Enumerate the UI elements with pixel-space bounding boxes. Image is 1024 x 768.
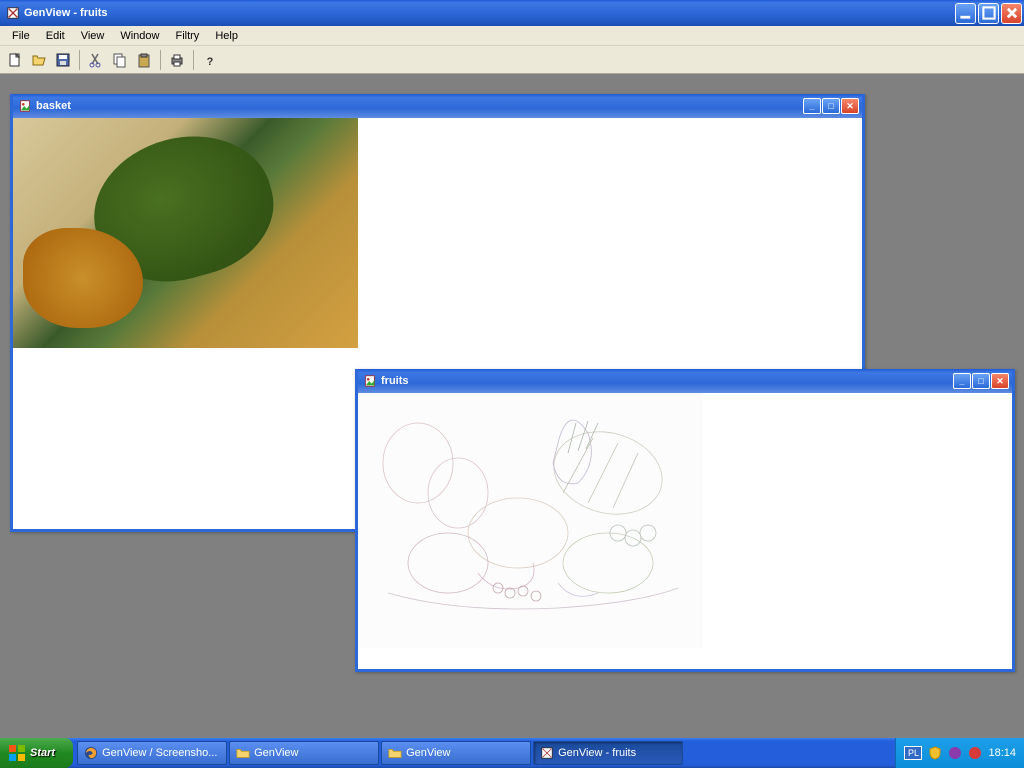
menubar: File Edit View Window Filtry Help (0, 26, 1024, 46)
child-maximize-button[interactable]: □ (972, 373, 990, 389)
taskbar-item-active[interactable]: GenView - fruits (533, 741, 683, 765)
copy-button[interactable] (109, 49, 131, 71)
toolbar: ? (0, 46, 1024, 74)
tray-icon[interactable] (968, 746, 982, 760)
save-button[interactable] (52, 49, 74, 71)
app-icon (6, 6, 20, 20)
cut-button[interactable] (85, 49, 107, 71)
toolbar-separator (160, 50, 161, 70)
open-button[interactable] (28, 49, 50, 71)
close-button[interactable] (1001, 3, 1022, 24)
taskbar-item-label: GenView - fruits (558, 747, 636, 759)
taskbar: Start GenView / Screensho... GenView Gen… (0, 738, 1024, 768)
child-titlebar[interactable]: fruits _ □ ✕ (358, 369, 1012, 393)
child-window-fruits[interactable]: fruits _ □ ✕ (355, 369, 1015, 672)
folder-icon (388, 746, 402, 760)
toolbar-separator (193, 50, 194, 70)
menu-view[interactable]: View (73, 28, 113, 44)
child-minimize-button[interactable]: _ (803, 98, 821, 114)
new-button[interactable] (4, 49, 26, 71)
windows-logo-icon (8, 744, 26, 762)
taskbar-item[interactable]: GenView (381, 741, 531, 765)
menu-filtry[interactable]: Filtry (167, 28, 207, 44)
maximize-button[interactable] (978, 3, 999, 24)
mdi-client-area: basket _ □ ✕ fruits _ □ ✕ (0, 74, 1024, 738)
menu-edit[interactable]: Edit (38, 28, 73, 44)
taskbar-item[interactable]: GenView (229, 741, 379, 765)
menu-help[interactable]: Help (207, 28, 246, 44)
print-button[interactable] (166, 49, 188, 71)
child-titlebar[interactable]: basket _ □ ✕ (13, 94, 862, 118)
taskbar-item-label: GenView / Screensho... (102, 747, 217, 759)
menu-file[interactable]: File (4, 28, 38, 44)
paste-button[interactable] (133, 49, 155, 71)
clock[interactable]: 18:14 (988, 747, 1016, 759)
child-minimize-button[interactable]: _ (953, 373, 971, 389)
child-close-button[interactable]: ✕ (991, 373, 1009, 389)
taskbar-item-label: GenView (406, 747, 450, 759)
language-indicator[interactable]: PL (904, 746, 922, 760)
start-label: Start (30, 747, 55, 759)
folder-icon (236, 746, 250, 760)
taskbar-item-label: GenView (254, 747, 298, 759)
taskbar-tasks: GenView / Screensho... GenView GenView G… (73, 738, 895, 768)
system-tray: PL 18:14 (895, 738, 1024, 768)
firefox-icon (84, 746, 98, 760)
document-icon (363, 374, 377, 388)
child-title-text: basket (36, 100, 799, 112)
fruits-edge-image (358, 393, 703, 648)
taskbar-item[interactable]: GenView / Screensho... (77, 741, 227, 765)
help-button[interactable]: ? (199, 49, 221, 71)
child-maximize-button[interactable]: □ (822, 98, 840, 114)
tray-icon[interactable] (948, 746, 962, 760)
basket-image (13, 118, 358, 348)
toolbar-separator (79, 50, 80, 70)
shield-icon[interactable] (928, 746, 942, 760)
app-icon (540, 746, 554, 760)
child-title-text: fruits (381, 375, 949, 387)
app-titlebar: GenView - fruits (0, 0, 1024, 26)
child-close-button[interactable]: ✕ (841, 98, 859, 114)
document-icon (18, 99, 32, 113)
app-title: GenView - fruits (24, 7, 108, 19)
child-body (358, 393, 1012, 669)
minimize-button[interactable] (955, 3, 976, 24)
svg-text:?: ? (207, 56, 214, 68)
menu-window[interactable]: Window (112, 28, 167, 44)
start-button[interactable]: Start (0, 738, 73, 768)
